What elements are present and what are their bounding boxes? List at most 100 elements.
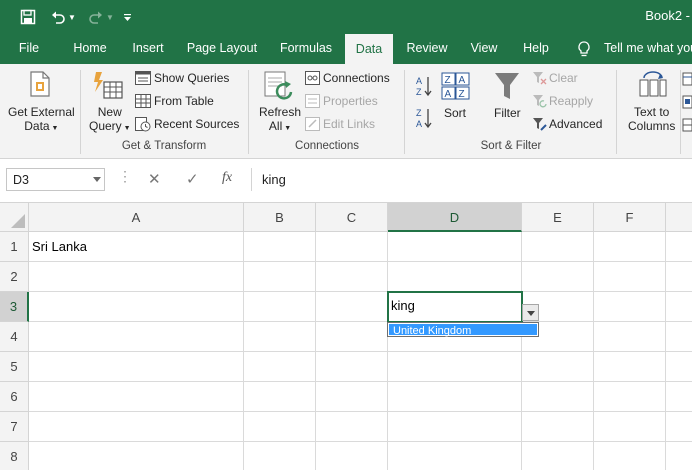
connections-button[interactable]: Connections: [323, 71, 390, 85]
name-box[interactable]: D3: [6, 168, 105, 191]
cell-c1[interactable]: [316, 232, 388, 262]
cell-g8[interactable]: [666, 442, 692, 470]
column-header-e[interactable]: E: [522, 203, 594, 232]
row-header-7[interactable]: 7: [0, 412, 29, 442]
column-header-g[interactable]: [666, 203, 692, 232]
sort-a-to-z-icon[interactable]: AZ: [415, 74, 433, 103]
redo-dropdown-icon[interactable]: ▼: [105, 7, 115, 27]
insert-function-icon[interactable]: fx: [222, 170, 232, 186]
cell-b6[interactable]: [244, 382, 316, 412]
tab-insert[interactable]: Insert: [124, 34, 172, 64]
row-header-5[interactable]: 5: [0, 352, 29, 382]
chevron-down-icon[interactable]: [93, 177, 101, 182]
cell-d7[interactable]: [388, 412, 522, 442]
cell-g2[interactable]: [666, 262, 692, 292]
row-header-3[interactable]: 3: [0, 292, 29, 322]
filter-button[interactable]: Filter: [494, 106, 521, 120]
sort-z-to-a-icon[interactable]: ZA: [415, 106, 433, 135]
cell-c7[interactable]: [316, 412, 388, 442]
column-header-b[interactable]: B: [244, 203, 316, 232]
cell-e8[interactable]: [522, 442, 594, 470]
cell-f2[interactable]: [594, 262, 666, 292]
cell-f4[interactable]: [594, 322, 666, 352]
worksheet-grid[interactable]: A B C D E F 1 2 3 4 5 6 7 8 Sri Lanka ki…: [0, 203, 692, 470]
cell-b8[interactable]: [244, 442, 316, 470]
cell-c3[interactable]: [316, 292, 388, 322]
tab-review[interactable]: Review: [402, 34, 452, 64]
enter-icon[interactable]: ✓: [186, 170, 199, 188]
formula-input[interactable]: king: [251, 168, 692, 191]
row-header-8[interactable]: 8: [0, 442, 29, 470]
cell-g3[interactable]: [666, 292, 692, 322]
tell-me-search[interactable]: Tell me what you: [604, 34, 692, 64]
show-queries-button[interactable]: Show Queries: [154, 71, 229, 85]
reapply-button[interactable]: Reapply: [549, 94, 593, 108]
remove-duplicates-icon[interactable]: [682, 95, 692, 114]
row-header-2[interactable]: 2: [0, 262, 29, 292]
cell-f1[interactable]: [594, 232, 666, 262]
cell-f3[interactable]: [594, 292, 666, 322]
cell-d2[interactable]: [388, 262, 522, 292]
customize-qat-icon[interactable]: [121, 7, 133, 27]
cell-c6[interactable]: [316, 382, 388, 412]
cell-g1[interactable]: [666, 232, 692, 262]
dropdown-arrow-icon[interactable]: [522, 304, 539, 321]
cell-e7[interactable]: [522, 412, 594, 442]
tab-data[interactable]: Data: [345, 34, 393, 64]
column-header-c[interactable]: C: [316, 203, 388, 232]
tab-page-layout[interactable]: Page Layout: [180, 34, 264, 64]
clear-button[interactable]: Clear: [549, 71, 578, 85]
save-icon[interactable]: [16, 7, 40, 27]
cell-e5[interactable]: [522, 352, 594, 382]
cell-e6[interactable]: [522, 382, 594, 412]
cell-g6[interactable]: [666, 382, 692, 412]
cell-e2[interactable]: [522, 262, 594, 292]
undo-dropdown-icon[interactable]: ▼: [67, 7, 77, 27]
lightbulb-icon[interactable]: [577, 41, 591, 63]
cell-e1[interactable]: [522, 232, 594, 262]
cell-b1[interactable]: [244, 232, 316, 262]
cell-a8[interactable]: [29, 442, 244, 470]
cell-d6[interactable]: [388, 382, 522, 412]
active-cell-editor[interactable]: king: [387, 291, 523, 323]
cell-b3[interactable]: [244, 292, 316, 322]
edit-links-button[interactable]: Edit Links: [323, 117, 375, 131]
select-all-button[interactable]: [0, 203, 29, 232]
cell-c8[interactable]: [316, 442, 388, 470]
cell-d5[interactable]: [388, 352, 522, 382]
cell-b7[interactable]: [244, 412, 316, 442]
cell-a5[interactable]: [29, 352, 244, 382]
advanced-button[interactable]: Advanced: [549, 117, 602, 131]
flash-fill-icon[interactable]: [682, 72, 692, 91]
row-header-1[interactable]: 1: [0, 232, 29, 262]
cancel-icon[interactable]: ✕: [148, 170, 161, 188]
cell-d1[interactable]: [388, 232, 522, 262]
sort-button[interactable]: Sort: [444, 106, 466, 120]
text-to-columns-button[interactable]: Text to Columns: [628, 105, 675, 133]
from-table-button[interactable]: From Table: [154, 94, 214, 108]
cell-g7[interactable]: [666, 412, 692, 442]
refresh-all-button[interactable]: Refresh All ▼: [259, 105, 301, 133]
autocomplete-item[interactable]: United Kingdom: [389, 324, 537, 337]
cell-b2[interactable]: [244, 262, 316, 292]
cell-a7[interactable]: [29, 412, 244, 442]
tab-file[interactable]: File: [12, 34, 46, 64]
cell-f7[interactable]: [594, 412, 666, 442]
tab-help[interactable]: Help: [516, 34, 556, 64]
undo-icon[interactable]: [48, 7, 68, 27]
redo-icon[interactable]: [86, 7, 106, 27]
tab-formulas[interactable]: Formulas: [274, 34, 338, 64]
cell-g5[interactable]: [666, 352, 692, 382]
column-header-a[interactable]: A: [29, 203, 244, 232]
cell-f6[interactable]: [594, 382, 666, 412]
cell-c2[interactable]: [316, 262, 388, 292]
get-external-data-button[interactable]: Get External Data ▼: [8, 105, 75, 133]
cell-f5[interactable]: [594, 352, 666, 382]
tab-view[interactable]: View: [462, 34, 506, 64]
cell-a1[interactable]: Sri Lanka: [29, 232, 244, 262]
row-header-6[interactable]: 6: [0, 382, 29, 412]
cell-d8[interactable]: [388, 442, 522, 470]
column-header-f[interactable]: F: [594, 203, 666, 232]
tab-home[interactable]: Home: [64, 34, 116, 64]
cell-c4[interactable]: [316, 322, 388, 352]
